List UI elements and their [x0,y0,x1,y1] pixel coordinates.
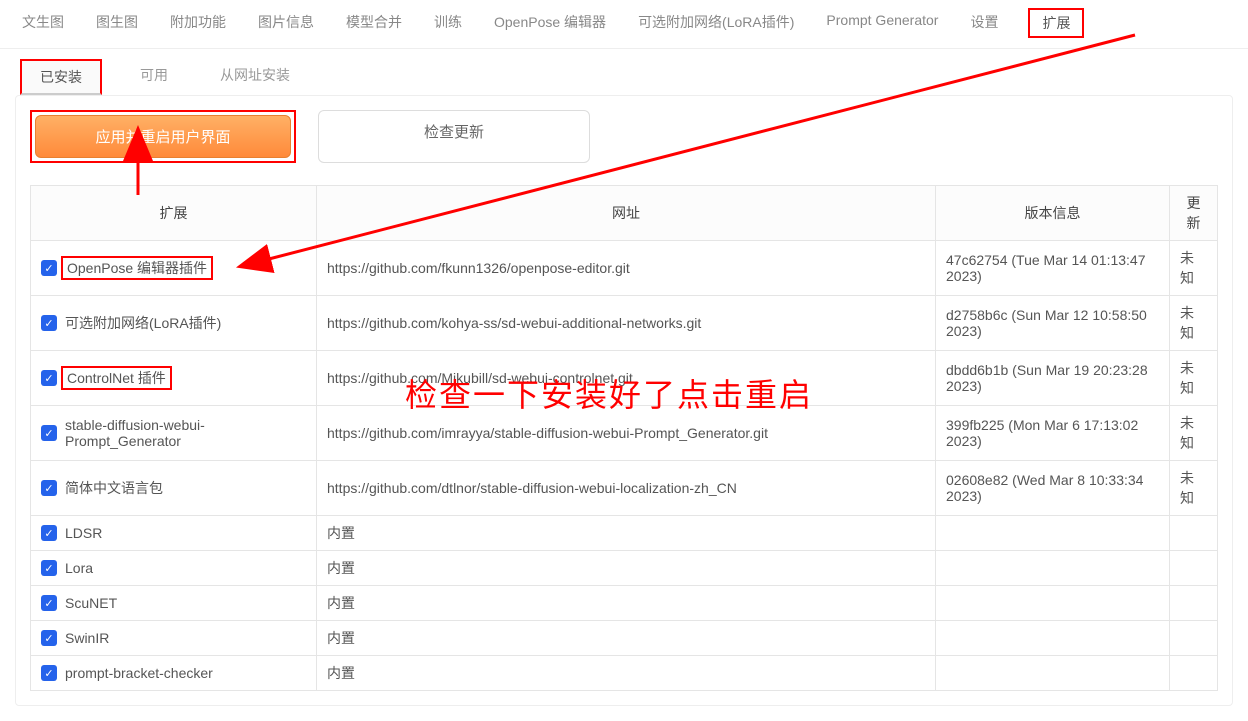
ext-url-cell: https://github.com/dtlnor/stable-diffusi… [317,461,936,516]
ext-name-label: SwinIR [65,630,109,646]
checkbox-icon[interactable]: ✓ [41,665,57,681]
col-extension: 扩展 [31,186,317,241]
ext-version-cell: d2758b6c (Sun Mar 12 10:58:50 2023) [936,296,1170,351]
col-version: 版本信息 [936,186,1170,241]
ext-update-cell [1170,656,1218,691]
sub-tab-2[interactable]: 从网址安装 [206,59,304,95]
checkbox-icon[interactable]: ✓ [41,560,57,576]
ext-url-cell: 内置 [317,516,936,551]
ext-url-cell: https://github.com/fkunn1326/openpose-ed… [317,241,936,296]
buttons-row: 应用并重启用户界面 检查更新 [30,110,1218,163]
ext-url-cell: 内置 [317,551,936,586]
ext-version-cell [936,551,1170,586]
col-update: 更新 [1170,186,1218,241]
ext-url-cell: 内置 [317,656,936,691]
checkbox-icon[interactable]: ✓ [41,630,57,646]
table-row: ✓ SwinIR 内置 [31,621,1218,656]
table-row: ✓OpenPose 编辑器插件https://github.com/fkunn1… [31,241,1218,296]
ext-update-cell: 未知 [1170,406,1218,461]
ext-update-cell: 未知 [1170,241,1218,296]
checkbox-icon[interactable]: ✓ [41,595,57,611]
ext-name-label: 简体中文语言包 [65,478,163,498]
ext-name-label: 可选附加网络(LoRA插件) [65,313,221,333]
ext-update-cell: 未知 [1170,461,1218,516]
ext-url-cell: https://github.com/imrayya/stable-diffus… [317,406,936,461]
ext-url-cell: https://github.com/Mikubill/sd-webui-con… [317,351,936,406]
ext-update-cell: 未知 [1170,351,1218,406]
check-updates-button[interactable]: 检查更新 [318,110,590,163]
ext-name-cell: ✓ SwinIR [31,621,317,656]
ext-version-cell: 399fb225 (Mon Mar 6 17:13:02 2023) [936,406,1170,461]
checkbox-icon[interactable]: ✓ [41,525,57,541]
table-row: ✓ Lora 内置 [31,551,1218,586]
main-tab-3[interactable]: 图片信息 [256,8,316,38]
ext-update-cell: 未知 [1170,296,1218,351]
checkbox-icon[interactable]: ✓ [41,370,57,386]
ext-name-cell: ✓ prompt-bracket-checker [31,656,317,691]
table-row: ✓ 可选附加网络(LoRA插件) https://github.com/kohya-… [31,296,1218,351]
ext-name-label: LDSR [65,525,102,541]
ext-update-cell [1170,586,1218,621]
ext-url-cell: 内置 [317,621,936,656]
checkbox-icon[interactable]: ✓ [41,260,57,276]
ext-update-cell [1170,621,1218,656]
sub-tabs: 已安装可用从网址安装 [0,49,1248,95]
ext-name-cell: ✓ stable-diffusion-webui-Prompt_Generator [31,406,317,461]
extensions-table: 扩展 网址 版本信息 更新 ✓OpenPose 编辑器插件https://git… [30,185,1218,691]
ext-name-cell: ✓ ScuNET [31,586,317,621]
ext-version-cell: dbdd6b1b (Sun Mar 19 20:23:28 2023) [936,351,1170,406]
ext-name-cell: ✓ControlNet 插件 [31,351,317,406]
ext-version-cell [936,516,1170,551]
ext-name-label: OpenPose 编辑器插件 [61,256,213,280]
ext-version-cell: 47c62754 (Tue Mar 14 01:13:47 2023) [936,241,1170,296]
ext-name-cell: ✓ Lora [31,551,317,586]
ext-version-cell [936,621,1170,656]
extensions-panel: 应用并重启用户界面 检查更新 扩展 网址 版本信息 更新 ✓OpenPose 编… [15,95,1233,706]
ext-name-cell: ✓ 可选附加网络(LoRA插件) [31,296,317,351]
checkbox-icon[interactable]: ✓ [41,425,57,441]
main-tab-8[interactable]: Prompt Generator [824,8,940,38]
table-row: ✓ prompt-bracket-checker 内置 [31,656,1218,691]
main-tab-9[interactable]: 设置 [968,8,1000,38]
apply-restart-button[interactable]: 应用并重启用户界面 [35,115,291,158]
ext-name-label: prompt-bracket-checker [65,665,213,681]
table-row: ✓ ScuNET 内置 [31,586,1218,621]
checkbox-icon[interactable]: ✓ [41,315,57,331]
apply-button-highlight: 应用并重启用户界面 [30,110,296,163]
table-row: ✓ControlNet 插件https://github.com/Mikubil… [31,351,1218,406]
ext-name-label: stable-diffusion-webui-Prompt_Generator [65,417,306,449]
main-tab-2[interactable]: 附加功能 [168,8,228,38]
ext-update-cell [1170,551,1218,586]
main-tab-4[interactable]: 模型合并 [344,8,404,38]
sub-tab-0[interactable]: 已安装 [20,59,102,95]
table-row: ✓ 简体中文语言包 https://github.com/dtlnor/stable… [31,461,1218,516]
main-tab-0[interactable]: 文生图 [20,8,66,38]
sub-tab-1[interactable]: 可用 [126,59,182,95]
main-tab-7[interactable]: 可选附加网络(LoRA插件) [636,8,796,38]
main-tab-1[interactable]: 图生图 [94,8,140,38]
table-header-row: 扩展 网址 版本信息 更新 [31,186,1218,241]
main-tab-5[interactable]: 训练 [432,8,464,38]
ext-name-label: ControlNet 插件 [61,366,172,390]
col-url: 网址 [317,186,936,241]
ext-name-cell: ✓OpenPose 编辑器插件 [31,241,317,296]
main-tabs: 文生图图生图附加功能图片信息模型合并训练 OpenPose 编辑器可选附加网络(L… [0,0,1248,49]
ext-url-cell: 内置 [317,586,936,621]
main-tab-6[interactable]: OpenPose 编辑器 [492,8,608,38]
ext-name-label: ScuNET [65,595,117,611]
table-row: ✓ stable-diffusion-webui-Prompt_Generator… [31,406,1218,461]
checkbox-icon[interactable]: ✓ [41,480,57,496]
ext-version-cell: 02608e82 (Wed Mar 8 10:33:34 2023) [936,461,1170,516]
table-row: ✓ LDSR 内置 [31,516,1218,551]
ext-name-cell: ✓ LDSR [31,516,317,551]
main-tab-10[interactable]: 扩展 [1028,8,1084,38]
ext-url-cell: https://github.com/kohya-ss/sd-webui-add… [317,296,936,351]
ext-name-label: Lora [65,560,93,576]
ext-version-cell [936,656,1170,691]
ext-name-cell: ✓ 简体中文语言包 [31,461,317,516]
ext-update-cell [1170,516,1218,551]
ext-version-cell [936,586,1170,621]
